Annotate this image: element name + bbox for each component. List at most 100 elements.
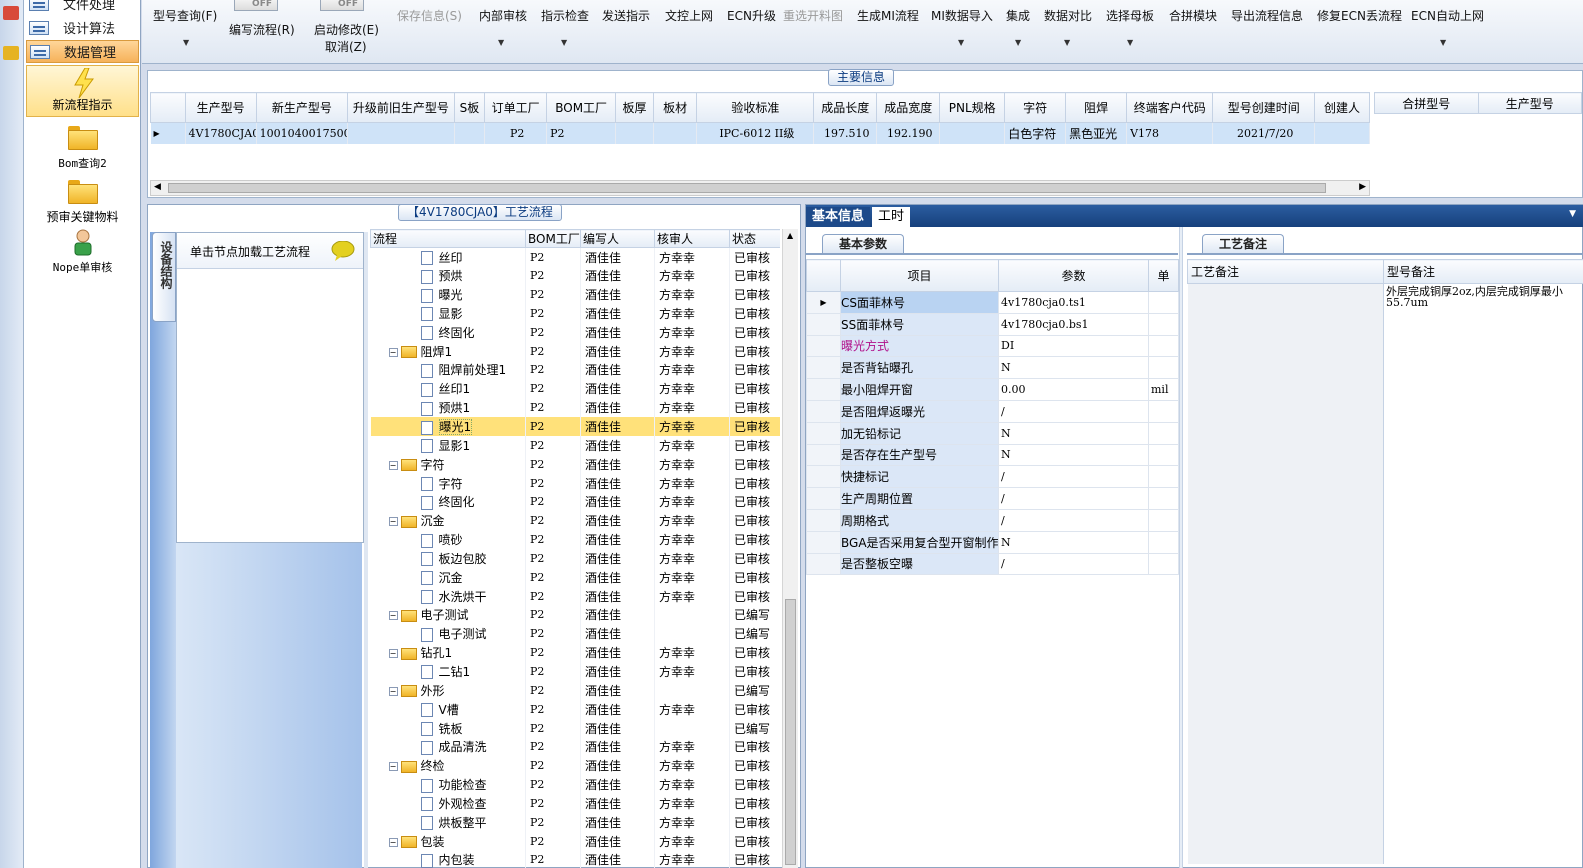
- param-value[interactable]: DI: [998, 334, 1149, 358]
- tree-row[interactable]: 成品清洗 P2 酒佳佳 方幸幸 已审核: [370, 737, 780, 757]
- bom-cell[interactable]: P2: [525, 266, 581, 286]
- tree-row[interactable]: 丝印 P2 酒佳佳 方幸幸 已审核: [370, 247, 780, 267]
- tree-row[interactable]: − 电子测试 P2 酒佳佳 已编写: [370, 605, 780, 625]
- tree-node[interactable]: 字符: [370, 473, 526, 493]
- param-value[interactable]: N: [998, 356, 1149, 380]
- writer-cell[interactable]: 酒佳佳: [580, 379, 655, 399]
- writer-cell[interactable]: 酒佳佳: [580, 492, 655, 512]
- status-cell[interactable]: 已审核: [729, 285, 780, 305]
- col-header[interactable]: 生产型号: [184, 92, 257, 123]
- status-cell[interactable]: 已审核: [729, 341, 780, 361]
- reviewer-cell[interactable]: 方幸幸: [654, 322, 730, 342]
- writer-cell[interactable]: 酒佳佳: [580, 511, 655, 531]
- send-instruction-button[interactable]: 发送指示: [602, 7, 650, 24]
- writer-cell[interactable]: 酒佳佳: [580, 756, 655, 776]
- bom-cell[interactable]: P2: [525, 417, 581, 436]
- status-cell[interactable]: 已审核: [729, 322, 780, 342]
- tree-node[interactable]: 丝印: [370, 247, 526, 267]
- reviewer-cell[interactable]: 方幸幸: [654, 492, 730, 512]
- tree-node[interactable]: 曝光: [370, 285, 526, 305]
- merge-module-button[interactable]: 合拼模块: [1169, 7, 1217, 24]
- reviewer-cell[interactable]: 方幸幸: [654, 549, 730, 568]
- tree-node[interactable]: 阻焊前处理1: [370, 360, 526, 380]
- table-cell[interactable]: 192.190: [876, 122, 941, 144]
- param-unit[interactable]: [1148, 508, 1179, 532]
- ecn-auto-online-button[interactable]: ECN自动上网: [1411, 7, 1484, 24]
- param-item[interactable]: 生产周期位置: [840, 487, 999, 510]
- writer-cell[interactable]: 酒佳佳: [580, 304, 655, 323]
- param-row[interactable]: 最小阻焊开窗 0.00 mil: [806, 378, 1179, 401]
- reviewer-cell[interactable]: 方幸幸: [654, 304, 730, 323]
- chevron-down-icon[interactable]: ▼: [1440, 38, 1446, 47]
- param-row[interactable]: 周期格式 /: [806, 508, 1179, 532]
- reviewer-cell[interactable]: 方幸幸: [654, 341, 730, 361]
- param-value[interactable]: /: [998, 508, 1149, 532]
- scroll-left-icon[interactable]: ◀: [154, 182, 161, 192]
- param-value[interactable]: 0.00: [998, 378, 1149, 401]
- col-header[interactable]: PNL规格: [939, 92, 1006, 123]
- table-cell[interactable]: 4V1780CJA0: [185, 122, 257, 144]
- param-row[interactable]: 是否存在生产型号 N: [806, 443, 1179, 467]
- status-cell[interactable]: 已审核: [729, 699, 780, 719]
- nav-nope-review[interactable]: Nope单审核: [26, 226, 139, 278]
- save-info-button[interactable]: 保存信息(S): [397, 7, 462, 24]
- param-unit[interactable]: [1148, 334, 1179, 358]
- writer-cell[interactable]: 酒佳佳: [580, 643, 655, 663]
- mi-import-button[interactable]: MI数据导入: [931, 7, 993, 24]
- tab-basic-info[interactable]: 基本信息: [806, 207, 871, 227]
- table-cell[interactable]: [939, 122, 1006, 144]
- table-cell[interactable]: 2021/7/20: [1212, 122, 1315, 144]
- col-header[interactable]: 阻焊: [1065, 92, 1128, 123]
- writer-cell[interactable]: 酒佳佳: [580, 586, 655, 606]
- reviewer-cell[interactable]: 方幸幸: [654, 831, 730, 851]
- tree-node[interactable]: 板边包胶: [370, 549, 526, 568]
- tree-node[interactable]: 外观检查: [370, 793, 526, 813]
- param-row[interactable]: 是否背钻曝孔 N: [806, 356, 1179, 380]
- tree-node[interactable]: 烘板整平: [370, 812, 526, 832]
- tree-row[interactable]: 预烘1 P2 酒佳佳 方幸幸 已审核: [370, 398, 780, 418]
- bom-cell[interactable]: P2: [525, 304, 581, 323]
- writer-cell[interactable]: 酒佳佳: [580, 662, 655, 681]
- param-value[interactable]: N: [998, 443, 1149, 467]
- bom-cell[interactable]: P2: [525, 322, 581, 342]
- col-header[interactable]: 流程: [370, 229, 526, 248]
- tree-row[interactable]: 功能检查 P2 酒佳佳 方幸幸 已审核: [370, 775, 780, 794]
- reviewer-cell[interactable]: 方幸幸: [654, 737, 730, 757]
- param-row[interactable]: 是否整板空曝 /: [806, 552, 1179, 576]
- col-header[interactable]: S板: [453, 92, 486, 123]
- chevron-down-icon[interactable]: ▼: [498, 38, 504, 47]
- reviewer-cell[interactable]: 方幸幸: [654, 756, 730, 776]
- param-value[interactable]: N: [998, 530, 1149, 554]
- status-cell[interactable]: 已审核: [729, 530, 780, 549]
- bom-cell[interactable]: P2: [525, 718, 581, 738]
- reviewer-cell[interactable]: 方幸幸: [654, 511, 730, 531]
- writer-cell[interactable]: 酒佳佳: [580, 775, 655, 794]
- tree-node[interactable]: 显影1: [370, 435, 526, 455]
- col-header[interactable]: 编写人: [580, 229, 655, 248]
- tree-node[interactable]: 电子测试: [370, 624, 526, 644]
- writer-cell[interactable]: 酒佳佳: [580, 417, 655, 436]
- tree-row[interactable]: 终固化 P2 酒佳佳 方幸幸 已审核: [370, 322, 780, 342]
- param-row[interactable]: BGA是否采用复合型开窗制作 N: [806, 530, 1179, 554]
- tree-row[interactable]: − 沉金 P2 酒佳佳 方幸幸 已审核: [370, 511, 780, 531]
- status-cell[interactable]: 已编写: [729, 624, 780, 644]
- reviewer-cell[interactable]: 方幸幸: [654, 775, 730, 794]
- tree-node[interactable]: 功能检查: [370, 775, 526, 794]
- col-header[interactable]: 单: [1148, 259, 1179, 292]
- param-item[interactable]: 是否阻焊返曝光: [840, 399, 999, 423]
- col-header[interactable]: 型号备注: [1383, 259, 1583, 284]
- writer-cell[interactable]: 酒佳佳: [580, 850, 655, 868]
- tree-node[interactable]: 丝印1: [370, 379, 526, 399]
- table-cell[interactable]: 10010400175003: [256, 122, 349, 144]
- nav-pre-review[interactable]: 预审关键物料: [26, 176, 139, 228]
- col-header[interactable]: 订单工厂: [484, 92, 548, 123]
- bom-cell[interactable]: P2: [525, 586, 581, 606]
- param-unit[interactable]: [1148, 312, 1179, 336]
- tree-node[interactable]: − 外形: [370, 680, 526, 700]
- tree-node[interactable]: − 电子测试: [370, 605, 526, 625]
- chevron-down-icon[interactable]: ▼: [1064, 38, 1070, 47]
- col-header[interactable]: 升级前旧生产型号: [347, 92, 455, 123]
- tab-device-structure[interactable]: 设备结构: [152, 232, 176, 322]
- param-unit[interactable]: [1148, 487, 1179, 510]
- tree-node[interactable]: V槽: [370, 699, 526, 719]
